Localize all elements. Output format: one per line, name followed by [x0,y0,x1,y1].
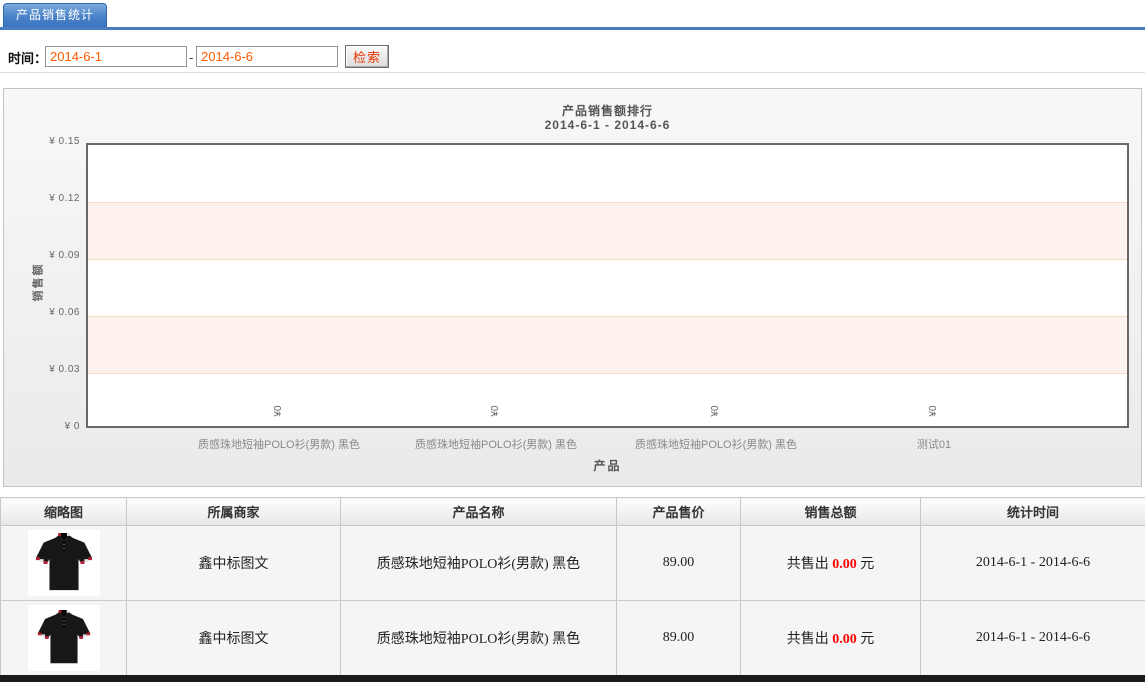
product-sales-statistics-page: 产品销售统计 时间： - 检索 产品销售额排行 2014-6-1 - 2014-… [0,0,1145,682]
x-axis-title: 产品 [86,457,1129,474]
tab-underline [0,27,1145,30]
header-total-sales: 销售总额 [741,498,921,526]
header-thumbnail: 缩略图 [1,498,127,526]
table-row: 鑫中标图文 质感珠地短袖POLO衫(男款) 黑色 89.00 共售出 0.00 … [1,601,1145,676]
x-category-label: 质感珠地短袖POLO衫(男款) 黑色 [635,436,797,452]
merchant-cell: 鑫中标图文 [127,601,341,676]
table-row: 鑫中标图文 质感珠地短袖POLO衫(男款) 黑色 89.00 共售出 0.00 … [1,526,1145,601]
total-sales-cell: 共售出 0.00 元 [741,601,921,676]
price-cell: 89.00 [617,526,741,601]
chart-title: 产品销售额排行 [86,102,1129,119]
stat-period-cell: 2014-6-1 - 2014-6-6 [921,601,1145,676]
sales-stats-table: 缩略图 所属商家 产品名称 产品售价 销售总额 统计时间 [0,497,1145,676]
date-range-separator: - [189,50,193,65]
product-name-cell: 质感珠地短袖POLO衫(男款) 黑色 [341,526,617,601]
time-label: 时间： [8,48,47,67]
total-sales-cell: 共售出 0.00 元 [741,526,921,601]
data-point-label: ¥0 [705,401,727,421]
sales-amount: 0.00 [832,557,857,572]
sales-suffix: 元 [857,557,875,572]
data-point-label: ¥0 [923,401,945,421]
x-category-label: 质感珠地短袖POLO衫(男款) 黑色 [415,436,577,452]
x-category-label: 质感珠地短袖POLO衫(男款) 黑色 [198,436,360,452]
plot-band [88,259,1127,316]
merchant-cell: 鑫中标图文 [127,526,341,601]
header-stat-period: 统计时间 [921,498,1145,526]
sales-chart-panel: 产品销售额排行 2014-6-1 - 2014-6-6 销售额 ¥ 0.15 ¥… [3,88,1142,487]
header-product-name: 产品名称 [341,498,617,526]
thumbnail-cell [1,526,127,601]
plot-band [88,145,1127,202]
divider [0,72,1145,73]
product-thumbnail [28,605,100,671]
plot-area: ¥0 ¥0 ¥0 ¥0 [86,143,1129,428]
tab-label: 产品销售统计 [16,8,94,22]
sales-suffix: 元 [857,632,875,647]
stat-period-cell: 2014-6-1 - 2014-6-6 [921,526,1145,601]
y-tick: ¥ 0.06 [12,307,80,318]
filter-bar: 时间： - 检索 [0,44,1145,70]
header-merchant: 所属商家 [127,498,341,526]
y-tick: ¥ 0.09 [12,250,80,261]
y-tick: ¥ 0.15 [12,136,80,147]
y-axis-title: 销售额 [30,263,46,302]
date-to-input[interactable] [196,46,338,67]
data-point-label: ¥0 [268,401,290,421]
sales-amount: 0.00 [832,632,857,647]
search-button[interactable]: 检索 [345,45,389,68]
plot-band [88,316,1127,373]
y-tick: ¥ 0 [12,421,80,432]
product-name-cell: 质感珠地短袖POLO衫(男款) 黑色 [341,601,617,676]
bottom-bar [0,675,1145,682]
table-header-row: 缩略图 所属商家 产品名称 产品售价 销售总额 统计时间 [1,498,1145,526]
price-cell: 89.00 [617,601,741,676]
thumbnail-cell [1,601,127,676]
y-tick: ¥ 0.12 [12,193,80,204]
plot-band [88,373,1127,430]
chart-subtitle: 2014-6-1 - 2014-6-6 [86,118,1129,132]
sales-prefix: 共售出 [787,557,833,572]
date-from-input[interactable] [45,46,187,67]
x-category-label: 测试01 [917,436,951,452]
plot-band [88,202,1127,259]
data-point-label: ¥0 [485,401,507,421]
sales-prefix: 共售出 [787,632,833,647]
header-price: 产品售价 [617,498,741,526]
product-thumbnail [28,530,100,596]
tab-product-sales-stats[interactable]: 产品销售统计 [3,3,107,27]
y-tick: ¥ 0.03 [12,364,80,375]
black-polo-shirt-image [33,532,95,594]
black-polo-shirt-image [36,609,92,667]
